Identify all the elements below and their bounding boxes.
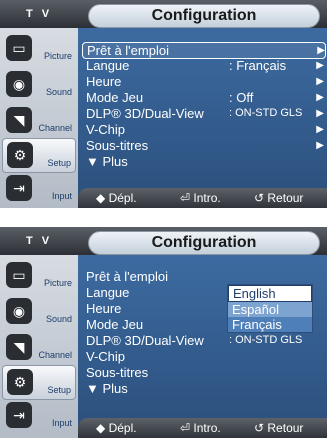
menu-item-label: ▼ Plus	[86, 154, 128, 169]
menu-item-label: DLP® 3D/Dual-View	[86, 333, 204, 348]
sound-icon: ◉	[6, 71, 32, 97]
chevron-right-icon: ▶	[316, 92, 324, 103]
sidebar-item-sound[interactable]: ◉ Sound	[2, 68, 76, 101]
menu-item-subtitles[interactable]: Sous-titres ▶	[86, 138, 324, 153]
menu-list: Prêt à l'emploi ▶ Langue : Français ▶ He…	[82, 40, 326, 180]
channel-icon: ◥	[6, 107, 32, 133]
hint-enter: ⏎ Intro.	[180, 421, 221, 435]
menu-item-v-chip[interactable]: V-Chip ▶	[86, 122, 324, 137]
menu-item-subtitles[interactable]: Sous-titres	[86, 365, 324, 380]
hint-enter: ⏎ Intro.	[180, 191, 221, 205]
menu-item-label: Sous-titres	[86, 365, 149, 380]
menu-item-label: Mode Jeu	[86, 317, 144, 332]
sidebar-item-setup[interactable]: ⚙ Setup	[2, 365, 76, 400]
sidebar-item-input[interactable]: ⇥ Input	[2, 399, 76, 432]
sidebar: ▭ Picture ◉ Sound ◥ Channel ⚙ Setup ⇥ In…	[0, 28, 78, 208]
sidebar-item-picture[interactable]: ▭ Picture	[2, 259, 76, 292]
sidebar-label: Channel	[38, 123, 72, 133]
sidebar-label: Channel	[38, 350, 72, 360]
picture-icon: ▭	[6, 35, 32, 61]
top-bar: T V Configuration	[0, 0, 327, 28]
sidebar-label: Input	[51, 418, 72, 428]
menu-item-label: Prêt à l'emploi	[86, 269, 168, 284]
input-icon: ⇥	[6, 402, 32, 428]
top-bar: T V Configuration	[0, 227, 327, 255]
hint-return: ↺ Retour	[254, 421, 304, 435]
chevron-right-icon: ▶	[317, 45, 325, 56]
sidebar-label: Sound	[45, 87, 72, 97]
menu-item-label: Langue	[86, 58, 130, 73]
hint-bar: ◆ Dépl. ⏎ Intro. ↺ Retour	[78, 418, 327, 438]
hint-return: ↺ Retour	[254, 191, 304, 205]
menu-item-plug-and-play[interactable]: Prêt à l'emploi	[86, 269, 324, 284]
chevron-right-icon: ▶	[316, 124, 324, 135]
menu-item-dlp-3d[interactable]: DLP® 3D/Dual-View : ON-STD GLS ▶	[86, 106, 324, 121]
menu-item-game-mode[interactable]: Mode Jeu : Off ▶	[86, 90, 324, 105]
sidebar-label: Input	[51, 191, 72, 201]
menu-item-label: DLP® 3D/Dual-View	[86, 106, 204, 121]
menu-item-label: Sous-titres	[86, 138, 149, 153]
chevron-right-icon: ▶	[316, 140, 324, 151]
input-icon: ⇥	[6, 175, 32, 201]
picture-icon: ▭	[6, 262, 32, 288]
menu-item-time[interactable]: Heure ▶	[86, 74, 324, 89]
sidebar-label: Picture	[43, 51, 72, 61]
sidebar-label: Picture	[43, 278, 72, 288]
setup-icon: ⚙	[7, 369, 33, 395]
menu-item-label: Mode Jeu	[86, 90, 144, 105]
sidebar-label: Sound	[45, 314, 72, 324]
sidebar-label: Setup	[47, 385, 71, 395]
hint-move: ◆ Dépl.	[96, 421, 137, 435]
menu-item-label: Heure	[86, 301, 122, 316]
language-dropdown: English Español Français	[227, 284, 313, 333]
language-option-english[interactable]: English	[228, 285, 312, 302]
language-option-francais[interactable]: Français	[228, 317, 312, 332]
menu-item-value: : Off	[229, 90, 254, 105]
sidebar: ▭ Picture ◉ Sound ◥ Channel ⚙ Setup ⇥ In…	[0, 255, 78, 438]
menu-item-label: V-Chip	[86, 349, 126, 364]
menu-item-dlp-3d[interactable]: DLP® 3D/Dual-View : ON-STD GLS	[86, 333, 324, 348]
menu-item-language[interactable]: Langue : Français ▶	[86, 58, 324, 73]
sound-icon: ◉	[6, 298, 32, 324]
menu-item-label: Heure	[86, 74, 122, 89]
menu-item-plug-and-play[interactable]: Prêt à l'emploi ▶	[82, 42, 326, 59]
page-title: Configuration	[88, 4, 320, 28]
menu-item-value: : ON-STD GLS	[229, 107, 303, 119]
menu-item-label: Prêt à l'emploi	[87, 43, 169, 58]
sidebar-label: Setup	[47, 158, 71, 168]
menu-item-label: Langue	[86, 285, 130, 300]
sidebar-item-setup[interactable]: ⚙ Setup	[2, 138, 76, 173]
channel-icon: ◥	[6, 334, 32, 360]
tv-label: T V	[25, 8, 53, 20]
sidebar-item-sound[interactable]: ◉ Sound	[2, 295, 76, 328]
menu-screen-2: T V Configuration ▭ Picture ◉ Sound ◥ Ch…	[0, 227, 327, 438]
sidebar-item-channel[interactable]: ◥ Channel	[2, 104, 76, 137]
menu-item-label: ▼ Plus	[86, 381, 128, 396]
menu-item-value: : ON-STD GLS	[229, 334, 303, 346]
chevron-right-icon: ▶	[316, 60, 324, 71]
hint-bar: ◆ Dépl. ⏎ Intro. ↺ Retour	[78, 188, 327, 208]
setup-icon: ⚙	[7, 142, 33, 168]
sidebar-item-input[interactable]: ⇥ Input	[2, 172, 76, 205]
menu-item-label: V-Chip	[86, 122, 126, 137]
sidebar-item-channel[interactable]: ◥ Channel	[2, 331, 76, 364]
menu-item-v-chip[interactable]: V-Chip	[86, 349, 324, 364]
chevron-right-icon: ▶	[316, 108, 324, 119]
hint-move: ◆ Dépl.	[96, 191, 137, 205]
sidebar-item-picture[interactable]: ▭ Picture	[2, 32, 76, 65]
tv-label: T V	[25, 235, 53, 247]
language-option-espanol[interactable]: Español	[228, 302, 312, 317]
menu-screen-1: T V Configuration ▭ Picture ◉ Sound ◥ Ch…	[0, 0, 327, 208]
menu-item-more[interactable]: ▼ Plus	[86, 381, 324, 396]
page-title: Configuration	[88, 231, 320, 255]
menu-item-value: : Français	[229, 58, 287, 73]
chevron-right-icon: ▶	[316, 76, 324, 87]
menu-item-more[interactable]: ▼ Plus	[86, 154, 324, 169]
